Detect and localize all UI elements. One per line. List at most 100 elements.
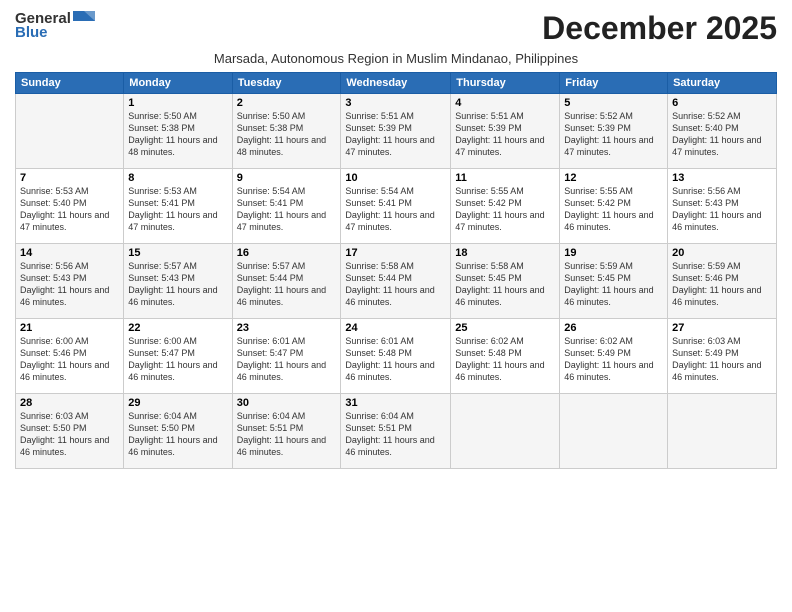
day-number: 31 bbox=[345, 397, 446, 409]
day-number: 27 bbox=[672, 322, 772, 334]
day-info: Sunrise: 5:57 AM Sunset: 5:43 PM Dayligh… bbox=[128, 260, 227, 309]
day-number: 16 bbox=[237, 247, 337, 259]
cell-w3-d4: 17Sunrise: 5:58 AM Sunset: 5:44 PM Dayli… bbox=[341, 244, 451, 319]
day-number: 2 bbox=[237, 97, 337, 109]
week-row-1: 1Sunrise: 5:50 AM Sunset: 5:38 PM Daylig… bbox=[16, 94, 777, 169]
calendar-page: General Blue December 2025 Marsada, Auto… bbox=[0, 0, 792, 612]
day-info: Sunrise: 6:03 AM Sunset: 5:49 PM Dayligh… bbox=[672, 335, 772, 384]
col-monday: Monday bbox=[124, 73, 232, 94]
cell-w1-d3: 2Sunrise: 5:50 AM Sunset: 5:38 PM Daylig… bbox=[232, 94, 341, 169]
cell-w3-d3: 16Sunrise: 5:57 AM Sunset: 5:44 PM Dayli… bbox=[232, 244, 341, 319]
day-info: Sunrise: 6:01 AM Sunset: 5:48 PM Dayligh… bbox=[345, 335, 446, 384]
cell-w4-d5: 25Sunrise: 6:02 AM Sunset: 5:48 PM Dayli… bbox=[451, 319, 560, 394]
day-number: 9 bbox=[237, 172, 337, 184]
day-number: 25 bbox=[455, 322, 555, 334]
day-number: 6 bbox=[672, 97, 772, 109]
subtitle: Marsada, Autonomous Region in Muslim Min… bbox=[15, 51, 777, 66]
cell-w2-d2: 8Sunrise: 5:53 AM Sunset: 5:41 PM Daylig… bbox=[124, 169, 232, 244]
cell-w4-d4: 24Sunrise: 6:01 AM Sunset: 5:48 PM Dayli… bbox=[341, 319, 451, 394]
calendar-table: Sunday Monday Tuesday Wednesday Thursday… bbox=[15, 72, 777, 469]
week-row-2: 7Sunrise: 5:53 AM Sunset: 5:40 PM Daylig… bbox=[16, 169, 777, 244]
month-title: December 2025 bbox=[542, 10, 777, 47]
cell-w4-d2: 22Sunrise: 6:00 AM Sunset: 5:47 PM Dayli… bbox=[124, 319, 232, 394]
day-number: 24 bbox=[345, 322, 446, 334]
day-number: 29 bbox=[128, 397, 227, 409]
day-number: 20 bbox=[672, 247, 772, 259]
day-info: Sunrise: 6:04 AM Sunset: 5:51 PM Dayligh… bbox=[345, 410, 446, 459]
day-info: Sunrise: 6:00 AM Sunset: 5:47 PM Dayligh… bbox=[128, 335, 227, 384]
cell-w2-d3: 9Sunrise: 5:54 AM Sunset: 5:41 PM Daylig… bbox=[232, 169, 341, 244]
day-number: 1 bbox=[128, 97, 227, 109]
cell-w5-d6 bbox=[560, 394, 668, 469]
day-number: 10 bbox=[345, 172, 446, 184]
day-number: 22 bbox=[128, 322, 227, 334]
cell-w3-d5: 18Sunrise: 5:58 AM Sunset: 5:45 PM Dayli… bbox=[451, 244, 560, 319]
day-number: 26 bbox=[564, 322, 663, 334]
day-info: Sunrise: 6:02 AM Sunset: 5:49 PM Dayligh… bbox=[564, 335, 663, 384]
cell-w4-d1: 21Sunrise: 6:00 AM Sunset: 5:46 PM Dayli… bbox=[16, 319, 124, 394]
cell-w5-d7 bbox=[668, 394, 777, 469]
day-number: 11 bbox=[455, 172, 555, 184]
day-info: Sunrise: 5:58 AM Sunset: 5:44 PM Dayligh… bbox=[345, 260, 446, 309]
cell-w2-d1: 7Sunrise: 5:53 AM Sunset: 5:40 PM Daylig… bbox=[16, 169, 124, 244]
day-number: 17 bbox=[345, 247, 446, 259]
cell-w5-d1: 28Sunrise: 6:03 AM Sunset: 5:50 PM Dayli… bbox=[16, 394, 124, 469]
cell-w1-d4: 3Sunrise: 5:51 AM Sunset: 5:39 PM Daylig… bbox=[341, 94, 451, 169]
logo-flag-icon bbox=[73, 11, 95, 27]
cell-w5-d5 bbox=[451, 394, 560, 469]
day-info: Sunrise: 6:01 AM Sunset: 5:47 PM Dayligh… bbox=[237, 335, 337, 384]
cell-w1-d2: 1Sunrise: 5:50 AM Sunset: 5:38 PM Daylig… bbox=[124, 94, 232, 169]
day-number: 4 bbox=[455, 97, 555, 109]
cell-w2-d7: 13Sunrise: 5:56 AM Sunset: 5:43 PM Dayli… bbox=[668, 169, 777, 244]
day-info: Sunrise: 5:51 AM Sunset: 5:39 PM Dayligh… bbox=[455, 110, 555, 159]
logo-blue: Blue bbox=[15, 24, 48, 41]
day-number: 28 bbox=[20, 397, 119, 409]
day-info: Sunrise: 5:50 AM Sunset: 5:38 PM Dayligh… bbox=[128, 110, 227, 159]
cell-w2-d5: 11Sunrise: 5:55 AM Sunset: 5:42 PM Dayli… bbox=[451, 169, 560, 244]
day-number: 15 bbox=[128, 247, 227, 259]
day-info: Sunrise: 5:58 AM Sunset: 5:45 PM Dayligh… bbox=[455, 260, 555, 309]
cell-w3-d2: 15Sunrise: 5:57 AM Sunset: 5:43 PM Dayli… bbox=[124, 244, 232, 319]
cell-w5-d4: 31Sunrise: 6:04 AM Sunset: 5:51 PM Dayli… bbox=[341, 394, 451, 469]
day-info: Sunrise: 5:55 AM Sunset: 5:42 PM Dayligh… bbox=[455, 185, 555, 234]
day-info: Sunrise: 5:56 AM Sunset: 5:43 PM Dayligh… bbox=[20, 260, 119, 309]
cell-w3-d1: 14Sunrise: 5:56 AM Sunset: 5:43 PM Dayli… bbox=[16, 244, 124, 319]
cell-w1-d6: 5Sunrise: 5:52 AM Sunset: 5:39 PM Daylig… bbox=[560, 94, 668, 169]
day-number: 7 bbox=[20, 172, 119, 184]
cell-w1-d7: 6Sunrise: 5:52 AM Sunset: 5:40 PM Daylig… bbox=[668, 94, 777, 169]
col-tuesday: Tuesday bbox=[232, 73, 341, 94]
cell-w1-d1 bbox=[16, 94, 124, 169]
day-number: 23 bbox=[237, 322, 337, 334]
day-info: Sunrise: 5:53 AM Sunset: 5:40 PM Dayligh… bbox=[20, 185, 119, 234]
cell-w4-d7: 27Sunrise: 6:03 AM Sunset: 5:49 PM Dayli… bbox=[668, 319, 777, 394]
day-number: 30 bbox=[237, 397, 337, 409]
cell-w2-d4: 10Sunrise: 5:54 AM Sunset: 5:41 PM Dayli… bbox=[341, 169, 451, 244]
day-number: 21 bbox=[20, 322, 119, 334]
day-info: Sunrise: 5:52 AM Sunset: 5:39 PM Dayligh… bbox=[564, 110, 663, 159]
day-info: Sunrise: 5:59 AM Sunset: 5:46 PM Dayligh… bbox=[672, 260, 772, 309]
day-number: 13 bbox=[672, 172, 772, 184]
day-info: Sunrise: 5:54 AM Sunset: 5:41 PM Dayligh… bbox=[237, 185, 337, 234]
cell-w3-d7: 20Sunrise: 5:59 AM Sunset: 5:46 PM Dayli… bbox=[668, 244, 777, 319]
day-info: Sunrise: 5:56 AM Sunset: 5:43 PM Dayligh… bbox=[672, 185, 772, 234]
day-info: Sunrise: 5:50 AM Sunset: 5:38 PM Dayligh… bbox=[237, 110, 337, 159]
day-number: 5 bbox=[564, 97, 663, 109]
day-info: Sunrise: 6:00 AM Sunset: 5:46 PM Dayligh… bbox=[20, 335, 119, 384]
day-info: Sunrise: 5:59 AM Sunset: 5:45 PM Dayligh… bbox=[564, 260, 663, 309]
day-info: Sunrise: 6:03 AM Sunset: 5:50 PM Dayligh… bbox=[20, 410, 119, 459]
day-info: Sunrise: 5:52 AM Sunset: 5:40 PM Dayligh… bbox=[672, 110, 772, 159]
cell-w3-d6: 19Sunrise: 5:59 AM Sunset: 5:45 PM Dayli… bbox=[560, 244, 668, 319]
day-info: Sunrise: 6:04 AM Sunset: 5:51 PM Dayligh… bbox=[237, 410, 337, 459]
day-info: Sunrise: 5:53 AM Sunset: 5:41 PM Dayligh… bbox=[128, 185, 227, 234]
day-number: 8 bbox=[128, 172, 227, 184]
day-info: Sunrise: 6:04 AM Sunset: 5:50 PM Dayligh… bbox=[128, 410, 227, 459]
day-number: 3 bbox=[345, 97, 446, 109]
day-info: Sunrise: 5:54 AM Sunset: 5:41 PM Dayligh… bbox=[345, 185, 446, 234]
cell-w5-d2: 29Sunrise: 6:04 AM Sunset: 5:50 PM Dayli… bbox=[124, 394, 232, 469]
day-number: 19 bbox=[564, 247, 663, 259]
cell-w1-d5: 4Sunrise: 5:51 AM Sunset: 5:39 PM Daylig… bbox=[451, 94, 560, 169]
day-info: Sunrise: 5:55 AM Sunset: 5:42 PM Dayligh… bbox=[564, 185, 663, 234]
cell-w4-d3: 23Sunrise: 6:01 AM Sunset: 5:47 PM Dayli… bbox=[232, 319, 341, 394]
cell-w4-d6: 26Sunrise: 6:02 AM Sunset: 5:49 PM Dayli… bbox=[560, 319, 668, 394]
day-number: 14 bbox=[20, 247, 119, 259]
